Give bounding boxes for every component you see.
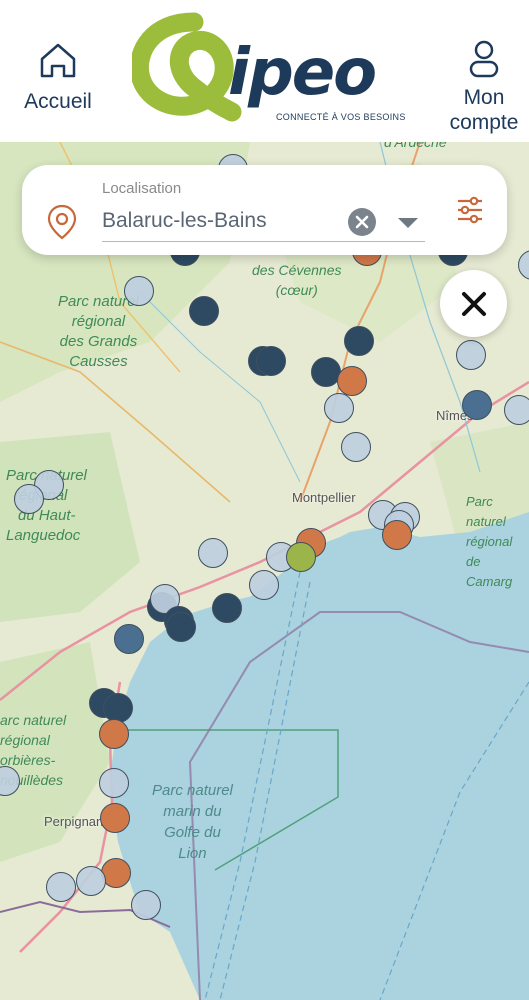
app-header: Accueil ipeo CONNECTÉ À VOS BESOINS Mon …: [0, 0, 529, 142]
qipeo-logo: ipeo CONNECTÉ À VOS BESOINS: [129, 12, 412, 132]
map-label-ardeche: d'Ardèche: [384, 142, 447, 150]
map-marker[interactable]: [462, 390, 492, 420]
map-marker[interactable]: [166, 612, 196, 642]
sliders-icon: [458, 196, 482, 224]
location-field-underline: [102, 241, 425, 242]
map-marker[interactable]: [256, 346, 286, 376]
chevron-down-icon: [398, 218, 418, 228]
map-marker[interactable]: [212, 593, 242, 623]
map-marker[interactable]: [99, 768, 129, 798]
home-icon: [38, 40, 78, 85]
map-marker[interactable]: [14, 484, 44, 514]
map-marker[interactable]: [337, 366, 367, 396]
map-view[interactable]: d'Ardèche des Cévennes (cœur) Parc natur…: [0, 142, 529, 1000]
map-marker[interactable]: [76, 866, 106, 896]
close-map-button[interactable]: [440, 270, 507, 337]
map-marker[interactable]: [124, 276, 154, 306]
map-marker[interactable]: [344, 326, 374, 356]
map-marker[interactable]: [382, 520, 412, 550]
map-marker[interactable]: [286, 542, 316, 572]
location-dropdown-button[interactable]: [396, 215, 420, 231]
close-icon: [461, 291, 486, 316]
location-field-label: Localisation: [102, 180, 182, 197]
close-icon: [355, 215, 369, 229]
map-marker[interactable]: [341, 432, 371, 462]
map-label-grands-causses: Parc naturel régional des Grands Causses: [58, 293, 139, 370]
map-marker[interactable]: [249, 570, 279, 600]
clear-location-button[interactable]: [348, 208, 376, 236]
map-marker[interactable]: [324, 393, 354, 423]
account-label-line2: compte: [449, 111, 519, 134]
map-label-cevennes: des Cévennes (cœur): [252, 262, 342, 298]
city-label-perpignan: Perpignan: [44, 814, 104, 829]
home-button[interactable]: Accueil: [18, 40, 98, 114]
map-marker[interactable]: [198, 538, 228, 568]
map-marker[interactable]: [189, 296, 219, 326]
map-marker[interactable]: [46, 872, 76, 902]
user-icon: [468, 40, 500, 85]
location-search-card: Localisation Balaruc-les-Bains: [22, 165, 507, 255]
filter-button[interactable]: [455, 195, 485, 225]
city-label-montpellier: Montpellier: [292, 490, 356, 505]
account-label-line1: Mon: [463, 86, 505, 109]
map-label-camargue: Parc naturel régional de Camarg: [466, 494, 513, 589]
map-marker[interactable]: [131, 890, 161, 920]
map-marker[interactable]: [103, 693, 133, 723]
account-button[interactable]: Mon compte: [440, 40, 528, 135]
map-marker[interactable]: [99, 719, 129, 749]
map-marker[interactable]: [114, 624, 144, 654]
location-pin-icon: [46, 203, 78, 246]
map-marker[interactable]: [504, 395, 529, 425]
map-marker[interactable]: [100, 803, 130, 833]
home-label: Accueil: [24, 90, 92, 113]
map-marker[interactable]: [456, 340, 486, 370]
map-label-golfe-du-lion: Parc naturel marin du Golfe du Lion: [152, 782, 233, 862]
svg-text:ipeo: ipeo: [228, 36, 375, 110]
logo-tagline: CONNECTÉ À VOS BESOINS: [276, 112, 406, 122]
location-input[interactable]: Balaruc-les-Bains: [102, 209, 342, 233]
